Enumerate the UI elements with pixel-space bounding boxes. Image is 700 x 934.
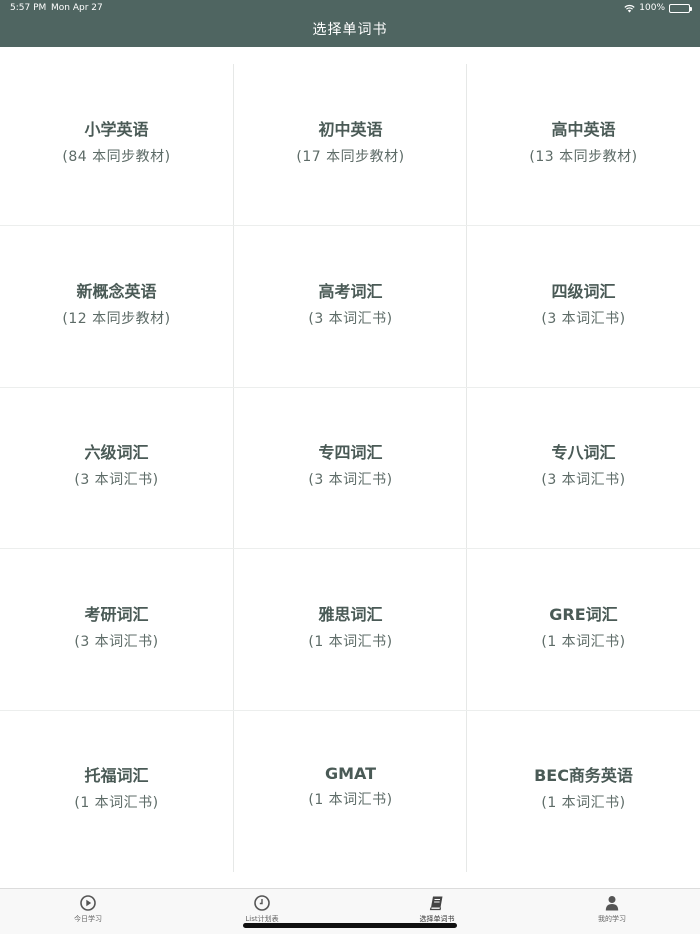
- book-title: 四级词汇: [551, 281, 616, 301]
- book-count: (3 本词汇书): [541, 310, 626, 327]
- book-count: (1 本词汇书): [541, 633, 626, 650]
- clock-icon: [254, 895, 270, 911]
- tab-label: 我的学习: [598, 915, 626, 923]
- book-card[interactable]: 小学英语 (84 本同步教材): [0, 64, 233, 225]
- book-card[interactable]: 四级词汇 (3 本词汇书): [467, 226, 700, 387]
- book-title: 高考词汇: [318, 281, 383, 301]
- wifi-icon: [624, 4, 635, 12]
- book-icon: [429, 896, 443, 911]
- battery-icon: [669, 3, 692, 13]
- book-title: 考研词汇: [84, 604, 149, 624]
- book-count: (3 本词汇书): [74, 471, 159, 488]
- book-card[interactable]: 初中英语 (17 本同步教材): [234, 64, 467, 225]
- book-title: GRE词汇: [549, 604, 618, 624]
- person-icon: [605, 896, 619, 911]
- battery-percent: 100%: [639, 3, 665, 13]
- home-indicator[interactable]: [243, 923, 457, 928]
- status-indicators: 100%: [624, 3, 692, 13]
- book-count: (3 本词汇书): [74, 633, 159, 650]
- book-count: (84 本同步教材): [62, 148, 171, 165]
- book-count: (3 本词汇书): [308, 471, 393, 488]
- book-title: 高中英语: [551, 119, 616, 139]
- book-grid: 小学英语 (84 本同步教材) 初中英语 (17 本同步教材) 高中英语 (13…: [0, 64, 700, 872]
- status-date: Mon Apr 27: [51, 3, 103, 13]
- book-title: BEC商务英语: [534, 765, 633, 785]
- book-card[interactable]: BEC商务英语 (1 本词汇书): [467, 710, 700, 871]
- book-count: (13 本同步教材): [529, 148, 638, 165]
- book-card[interactable]: 新概念英语 (12 本同步教材): [0, 226, 233, 387]
- tab-my-study[interactable]: 我的学习: [552, 895, 672, 924]
- book-title: 托福词汇: [84, 765, 149, 785]
- book-count: (1 本词汇书): [541, 794, 626, 811]
- tab-list-plan[interactable]: List计划表: [202, 895, 322, 924]
- book-card[interactable]: 考研词汇 (3 本词汇书): [0, 549, 233, 710]
- book-card[interactable]: 高中英语 (13 本同步教材): [467, 64, 700, 225]
- book-count: (1 本词汇书): [308, 792, 393, 808]
- book-count: (1 本词汇书): [308, 633, 393, 650]
- book-title: 雅思词汇: [318, 604, 383, 624]
- book-title: 专八词汇: [551, 442, 616, 462]
- tab-today-study[interactable]: 今日学习: [28, 895, 148, 924]
- book-card[interactable]: 专八词汇 (3 本词汇书): [467, 387, 700, 548]
- book-title: 新概念英语: [76, 281, 157, 301]
- book-title: 初中英语: [318, 119, 383, 139]
- book-count: (17 本同步教材): [296, 148, 405, 165]
- book-card[interactable]: 托福词汇 (1 本词汇书): [0, 710, 233, 871]
- tab-choose-book[interactable]: 选择单词书: [377, 895, 497, 924]
- book-title: GMAT: [324, 764, 377, 783]
- book-card[interactable]: 专四词汇 (3 本词汇书): [234, 387, 467, 548]
- play-circle-icon: [80, 895, 96, 911]
- book-title: 小学英语: [84, 119, 149, 139]
- book-count: (3 本词汇书): [541, 471, 626, 488]
- book-card[interactable]: GRE词汇 (1 本词汇书): [467, 549, 700, 710]
- book-count: (1 本词汇书): [74, 794, 159, 811]
- page-title: 选择单词书: [312, 22, 388, 38]
- book-title: 六级词汇: [84, 442, 149, 462]
- status-time: 5:57 PM: [10, 3, 47, 13]
- book-card[interactable]: 六级词汇 (3 本词汇书): [0, 387, 233, 548]
- book-card[interactable]: GMAT (1 本词汇书): [234, 710, 467, 871]
- book-card[interactable]: 雅思词汇 (1 本词汇书): [234, 549, 467, 710]
- book-count: (12 本同步教材): [62, 310, 171, 327]
- tab-label: 今日学习: [74, 915, 102, 923]
- book-title: 专四词汇: [318, 442, 383, 462]
- book-count: (3 本词汇书): [308, 310, 393, 327]
- navigation-header: 5:57 PM Mon Apr 27 100% 选择单词书: [0, 0, 700, 47]
- book-card[interactable]: 高考词汇 (3 本词汇书): [234, 226, 467, 387]
